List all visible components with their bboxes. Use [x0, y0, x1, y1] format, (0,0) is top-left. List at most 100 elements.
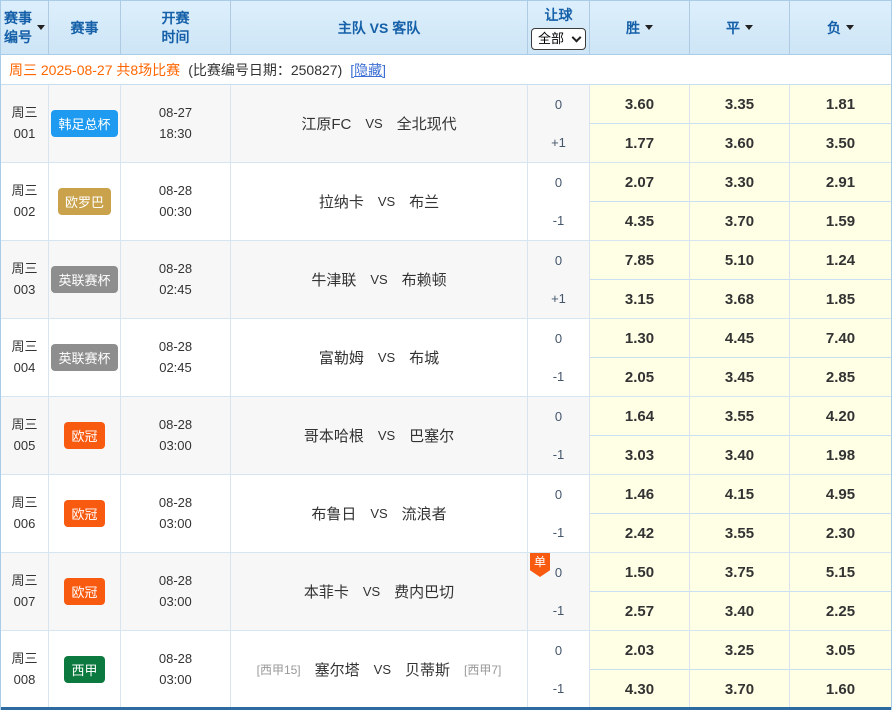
win-odds-column: 1.30 2.05 — [590, 319, 690, 396]
vs-label: VS — [365, 116, 382, 131]
odds-cell-lose-line1[interactable]: 2.25 — [790, 592, 891, 630]
odds-cell-lose-line1[interactable]: 1.60 — [790, 670, 891, 708]
win-odds-column: 1.46 2.42 — [590, 475, 690, 552]
odds-cell-lose-line0[interactable]: 4.20 — [790, 397, 891, 436]
odds-cell-lose-line0[interactable]: 4.95 — [790, 475, 891, 514]
odds-cell-lose-line1[interactable]: 1.59 — [790, 202, 891, 240]
odds-cell-draw-line0[interactable]: 3.25 — [690, 631, 789, 670]
home-team-name: 哥本哈根 — [304, 425, 364, 446]
match-row: 周三 004 英联赛杯 08-28 02:45 富勒姆 VS 布城 单 0 -1… — [1, 319, 891, 397]
odds-cell-draw-line1[interactable]: 3.40 — [690, 436, 789, 474]
match-number-label: 008 — [14, 670, 36, 691]
odds-cell-draw-line1[interactable]: 3.45 — [690, 358, 789, 396]
handicap-value: -1 — [528, 670, 589, 709]
handicap-cell: 单 0 -1 — [528, 319, 590, 396]
kickoff-time-cell: 08-28 03:00 — [121, 475, 231, 552]
odds-cell-draw-line0[interactable]: 3.30 — [690, 163, 789, 202]
win-odds-column: 2.03 4.30 — [590, 631, 690, 708]
draw-odds-column: 3.25 3.70 — [690, 631, 790, 708]
odds-cell-win-line0[interactable]: 1.30 — [590, 319, 689, 358]
home-team-name: 牛津联 — [311, 269, 356, 290]
column-header-draw-label: 平 — [726, 18, 740, 38]
column-header-time: 开赛 时间 — [121, 1, 231, 54]
odds-cell-lose-line1[interactable]: 3.50 — [790, 124, 891, 162]
odds-cell-win-line1[interactable]: 2.05 — [590, 358, 689, 396]
match-day-label: 周三 — [11, 571, 37, 592]
odds-cell-draw-line1[interactable]: 3.40 — [690, 592, 789, 630]
odds-cell-lose-line1[interactable]: 1.98 — [790, 436, 891, 474]
odds-cell-lose-line0[interactable]: 2.91 — [790, 163, 891, 202]
match-day-label: 周三 — [11, 493, 37, 514]
odds-cell-draw-line0[interactable]: 3.75 — [690, 553, 789, 592]
lose-odds-column: 4.95 2.30 — [790, 475, 891, 552]
kickoff-date-label: 08-28 — [159, 181, 192, 202]
handicap-cell: 单 0 -1 — [528, 163, 590, 240]
sort-arrow-icon[interactable] — [645, 25, 653, 30]
handicap-value: 0 — [528, 631, 589, 670]
odds-cell-draw-line0[interactable]: 3.35 — [690, 85, 789, 124]
column-header-lose[interactable]: 负 — [790, 1, 891, 54]
league-cell: 西甲 — [49, 631, 121, 708]
odds-cell-win-line0[interactable]: 1.64 — [590, 397, 689, 436]
match-number-cell: 周三 006 — [1, 475, 49, 552]
odds-cell-draw-line1[interactable]: 3.60 — [690, 124, 789, 162]
sort-arrow-icon[interactable] — [37, 25, 45, 30]
match-day-label: 周三 — [11, 259, 37, 280]
match-number-label: 004 — [14, 358, 36, 379]
odds-cell-lose-line1[interactable]: 2.85 — [790, 358, 891, 396]
column-header-teams-label: 主队 VS 客队 — [338, 18, 420, 38]
odds-cell-win-line1[interactable]: 2.42 — [590, 514, 689, 552]
column-header-teams: 主队 VS 客队 — [231, 1, 528, 54]
odds-cell-win-line0[interactable]: 2.03 — [590, 631, 689, 670]
handicap-value: 0 — [528, 163, 589, 202]
odds-cell-win-line0[interactable]: 1.46 — [590, 475, 689, 514]
odds-cell-win-line0[interactable]: 3.60 — [590, 85, 689, 124]
win-odds-column: 2.07 4.35 — [590, 163, 690, 240]
odds-cell-win-line1[interactable]: 3.03 — [590, 436, 689, 474]
odds-cell-lose-line0[interactable]: 1.81 — [790, 85, 891, 124]
odds-cell-win-line0[interactable]: 7.85 — [590, 241, 689, 280]
lose-odds-column: 4.20 1.98 — [790, 397, 891, 474]
odds-cell-lose-line1[interactable]: 2.30 — [790, 514, 891, 552]
column-header-draw[interactable]: 平 — [690, 1, 790, 54]
draw-odds-column: 4.45 3.45 — [690, 319, 790, 396]
hide-link[interactable]: [隐藏] — [350, 60, 386, 80]
odds-cell-lose-line0[interactable]: 3.05 — [790, 631, 891, 670]
handicap-value: +1 — [528, 124, 589, 163]
odds-cell-lose-line0[interactable]: 7.40 — [790, 319, 891, 358]
odds-cell-win-line1[interactable]: 1.77 — [590, 124, 689, 162]
kickoff-time-label: 18:30 — [159, 124, 192, 145]
league-badge: 西甲 — [64, 656, 104, 683]
odds-cell-win-line1[interactable]: 4.35 — [590, 202, 689, 240]
handicap-value: -1 — [528, 436, 589, 475]
odds-cell-draw-line0[interactable]: 5.10 — [690, 241, 789, 280]
league-badge: 欧冠 — [64, 500, 104, 527]
win-odds-column: 7.85 3.15 — [590, 241, 690, 318]
odds-cell-draw-line1[interactable]: 3.55 — [690, 514, 789, 552]
away-team-name: 布兰 — [409, 191, 439, 212]
odds-cell-win-line0[interactable]: 2.07 — [590, 163, 689, 202]
odds-cell-win-line1[interactable]: 4.30 — [590, 670, 689, 708]
odds-cell-draw-line1[interactable]: 3.68 — [690, 280, 789, 318]
column-header-match-no[interactable]: 赛事 编号 — [1, 1, 49, 54]
match-row: 周三 008 西甲 08-28 03:00 [西甲15] 塞尔塔 VS 贝蒂斯 … — [1, 631, 891, 709]
match-row: 周三 005 欧冠 08-28 03:00 哥本哈根 VS 巴塞尔 单 0 -1… — [1, 397, 891, 475]
odds-cell-draw-line1[interactable]: 3.70 — [690, 202, 789, 240]
odds-cell-draw-line1[interactable]: 3.70 — [690, 670, 789, 708]
column-header-win[interactable]: 胜 — [590, 1, 690, 54]
odds-cell-draw-line0[interactable]: 3.55 — [690, 397, 789, 436]
vs-label: VS — [374, 662, 391, 677]
sort-arrow-icon[interactable] — [846, 25, 854, 30]
column-header-league: 赛事 — [49, 1, 121, 54]
handicap-filter-select[interactable]: 全部 — [531, 28, 586, 50]
odds-cell-lose-line1[interactable]: 1.85 — [790, 280, 891, 318]
odds-cell-win-line0[interactable]: 1.50 — [590, 553, 689, 592]
odds-cell-draw-line0[interactable]: 4.15 — [690, 475, 789, 514]
odds-cell-win-line1[interactable]: 3.15 — [590, 280, 689, 318]
odds-cell-draw-line0[interactable]: 4.45 — [690, 319, 789, 358]
odds-cell-lose-line0[interactable]: 1.24 — [790, 241, 891, 280]
column-header-handicap-label: 让球 — [545, 5, 573, 25]
sort-arrow-icon[interactable] — [745, 25, 753, 30]
odds-cell-lose-line0[interactable]: 5.15 — [790, 553, 891, 592]
odds-cell-win-line1[interactable]: 2.57 — [590, 592, 689, 630]
